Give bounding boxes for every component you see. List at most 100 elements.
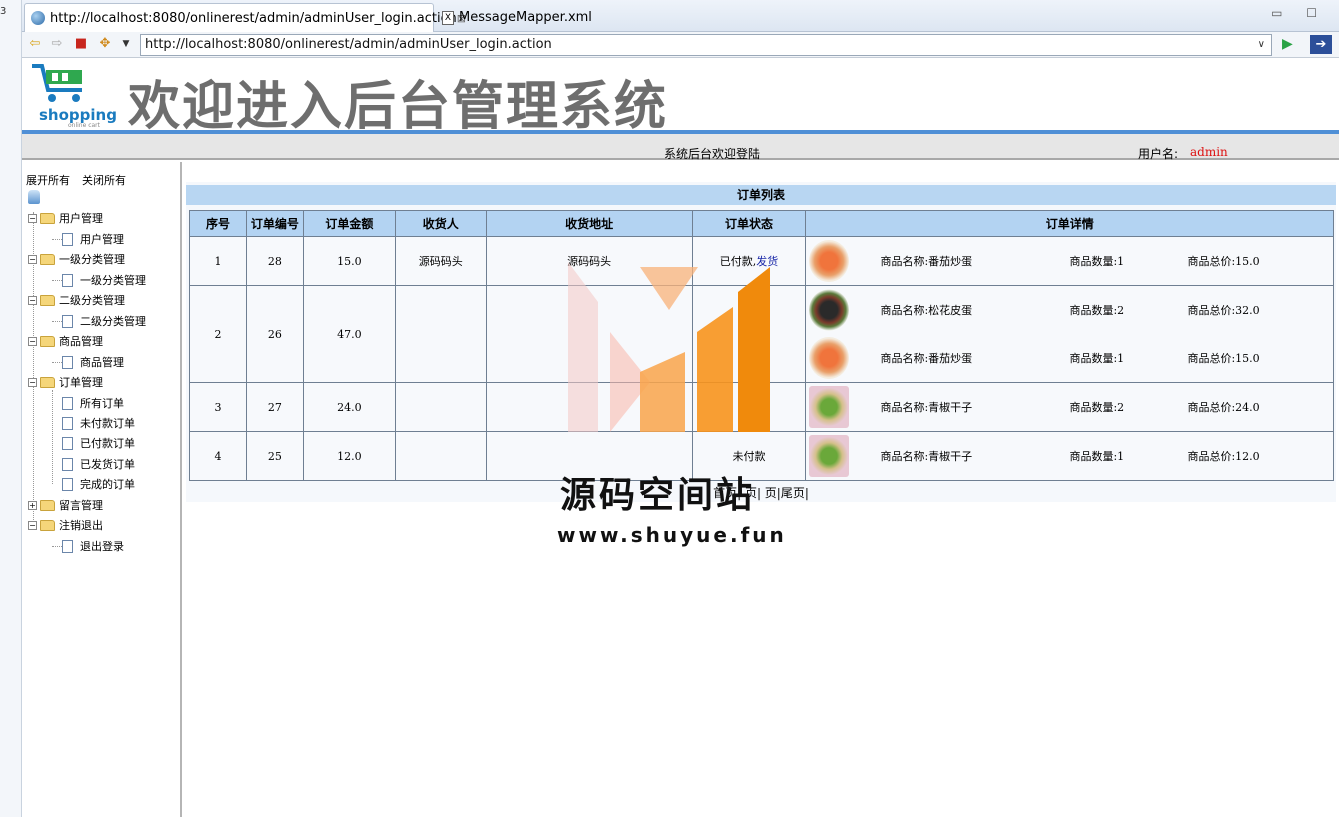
sidebar-group-users[interactable]: − 用户管理: [28, 210, 103, 226]
stop-icon[interactable]: ■: [73, 36, 89, 52]
cell-status: 未: [691, 285, 807, 383]
sidebar-item-logout[interactable]: 退出登录: [62, 538, 124, 554]
item-label: 完成的订单: [80, 478, 135, 491]
expand-icon[interactable]: +: [28, 500, 37, 510]
page-title: 欢迎进入后台管理系统: [128, 77, 669, 137]
tree-connector: [52, 546, 62, 547]
expand-all-link[interactable]: 展开所有: [26, 172, 70, 188]
chevron-down-icon[interactable]: ▼: [118, 36, 134, 52]
product-image: [809, 386, 850, 428]
cell-status: 已付款,发货: [691, 236, 807, 286]
cell-order-no: 25: [245, 431, 304, 481]
window-buttons[interactable]: ▭ ☐: [1271, 6, 1327, 20]
address-toolbar: ⇦ ⇨ ■ ✥ ▼ http://localhost:8080/onlinere…: [22, 32, 1339, 58]
status-bar: 系统后台欢迎登陆 用户名: admin: [22, 134, 1339, 161]
tab-login-page[interactable]: http://localhost:8080/onlinerest/admin/a…: [24, 3, 466, 32]
folder-icon: [40, 519, 55, 531]
item-label: 二级分类管理: [80, 315, 146, 328]
col-header-address: 收货地址: [485, 210, 693, 237]
table-row: 1 28 15.0 源码码头 源码码头 已付款,发货 商品名称:番茄炒蛋 商品数…: [189, 236, 1334, 286]
cell-amount: 24.0: [302, 382, 396, 432]
cell-receiver: [394, 285, 487, 383]
sidebar-item-products[interactable]: 商品管理: [62, 354, 124, 370]
collapse-icon[interactable]: −: [28, 520, 37, 530]
back-icon[interactable]: ⇦: [27, 36, 43, 52]
cart-icon: [32, 64, 82, 102]
sidebar-item-unpaid-orders[interactable]: 未付款订单: [62, 415, 135, 431]
order-item: 商品名称:青椒干子 商品数量:1 商品总价:12.0: [806, 432, 1333, 480]
go-icon[interactable]: ▶: [1282, 36, 1293, 52]
tab-label: http://localhost:8080/onlinerest/admin/a…: [50, 10, 457, 26]
order-list-title: 订单列表: [186, 185, 1336, 205]
tab-label: MessageMapper.xml: [459, 10, 592, 25]
sidebar-item-category1[interactable]: 一级分类管理: [62, 272, 146, 288]
refresh-icon[interactable]: ✥: [97, 36, 113, 52]
col-header-receiver: 收货人: [394, 210, 487, 237]
url-input[interactable]: http://localhost:8080/onlinerest/admin/a…: [140, 34, 1272, 56]
page-icon: [62, 477, 73, 491]
collapse-icon[interactable]: −: [28, 254, 37, 264]
sidebar-item-user-management[interactable]: 用户管理: [62, 231, 124, 247]
logo-subtext: online cart: [68, 122, 101, 129]
open-external-icon[interactable]: ➔: [1310, 35, 1332, 54]
collapse-icon[interactable]: −: [28, 336, 37, 346]
cell-index: 1: [189, 236, 247, 286]
table-row: 2 26 47.0 未 商品名称:松花皮蛋 商品数量:2 商品总价:32.0 商…: [189, 285, 1334, 383]
collapse-all-link[interactable]: 关闭所有: [82, 172, 126, 188]
ship-link[interactable]: 发货: [756, 255, 778, 268]
sidebar-item-paid-orders[interactable]: 已付款订单: [62, 435, 135, 451]
product-image: [809, 435, 850, 477]
cell-details: 商品名称:松花皮蛋 商品数量:2 商品总价:32.0 商品名称:番茄炒蛋 商品数…: [805, 285, 1334, 383]
folder-icon: [40, 335, 55, 347]
sidebar-group-orders[interactable]: − 订单管理: [28, 374, 103, 390]
group-label: 留言管理: [59, 499, 103, 512]
folder-icon: [40, 376, 55, 388]
welcome-text: 系统后台欢迎登陆: [664, 147, 761, 161]
logo: shopping online cart: [30, 62, 117, 129]
user-name: admin: [1190, 145, 1228, 159]
collapse-icon[interactable]: −: [28, 213, 37, 223]
sidebar-item-shipped-orders[interactable]: 已发货订单: [62, 456, 135, 472]
group-label: 商品管理: [59, 335, 103, 348]
table-row: 4 25 12.0 未付款 商品名称:青椒干子 商品数量:1 商品总价:12.0: [189, 431, 1334, 481]
forward-icon[interactable]: ⇨: [49, 36, 65, 52]
sidebar-item-category2[interactable]: 二级分类管理: [62, 313, 146, 329]
editor-tab-bar: http://localhost:8080/onlinerest/admin/a…: [22, 0, 1339, 32]
cell-details: 商品名称:番茄炒蛋 商品数量:1 商品总价:15.0: [805, 236, 1334, 286]
status-text: 未: [743, 401, 755, 414]
chevron-down-icon[interactable]: ∨: [1258, 35, 1265, 55]
item-label: 所有订单: [80, 397, 124, 410]
col-header-order-no: 订单编号: [245, 210, 304, 237]
collapse-icon[interactable]: −: [28, 377, 37, 387]
site-header: shopping online cart 欢迎进入后台管理系统: [22, 58, 1339, 137]
group-label: 一级分类管理: [59, 253, 125, 266]
cell-address: [485, 382, 693, 432]
page-icon: [62, 539, 73, 553]
tab-message-mapper[interactable]: X MessageMapper.xml: [436, 3, 616, 32]
cell-order-no: 26: [245, 285, 304, 383]
cell-status: 未: [691, 382, 807, 432]
cell-address: [485, 285, 693, 383]
product-name: 商品名称:青椒干子: [880, 401, 973, 414]
sidebar-group-category2[interactable]: − 二级分类管理: [28, 292, 125, 308]
item-label: 退出登录: [80, 540, 124, 553]
main-content: 订单列表 序号 订单编号 订单金额 收货人 收货地址 订单状态 订单详情 1 2…: [186, 162, 1339, 817]
sidebar-tree: 展开所有 关闭所有 − 用户管理 用户管理 − 一级分类管理 一级分类管理 − …: [22, 162, 182, 817]
collapse-icon[interactable]: −: [28, 295, 37, 305]
sidebar-group-messages[interactable]: + 留言管理: [28, 497, 103, 513]
item-label: 用户管理: [80, 233, 124, 246]
col-header-amount: 订单金额: [302, 210, 396, 237]
item-label: 已付款订单: [80, 437, 135, 450]
sidebar-item-completed-orders[interactable]: 完成的订单: [62, 476, 135, 492]
product-image: [809, 240, 850, 282]
sidebar-group-products[interactable]: − 商品管理: [28, 333, 103, 349]
sidebar-item-all-orders[interactable]: 所有订单: [62, 395, 124, 411]
order-item: 商品名称:松花皮蛋 商品数量:2 商品总价:32.0: [806, 286, 1333, 334]
page-icon: [62, 416, 73, 430]
cell-receiver: 源码码头: [394, 236, 487, 286]
sidebar-group-category1[interactable]: − 一级分类管理: [28, 251, 125, 267]
sidebar-group-logout[interactable]: − 注销退出: [28, 517, 103, 533]
product-quantity: 商品数量:1: [1069, 450, 1125, 463]
pagination[interactable]: 首页| 页| 页|尾页|: [186, 484, 1336, 501]
product-total: 商品总价:12.0: [1187, 450, 1260, 463]
